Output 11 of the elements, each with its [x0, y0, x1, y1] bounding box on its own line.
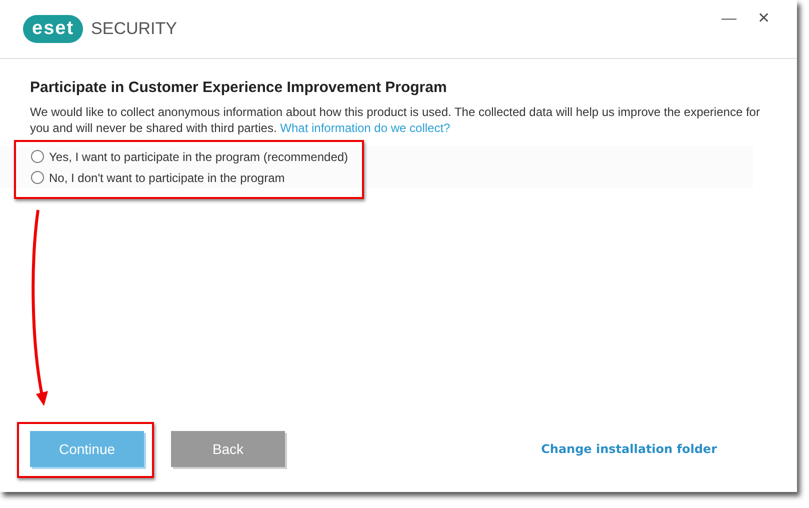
minimize-button[interactable]: — — [714, 6, 744, 30]
radio-icon[interactable] — [31, 150, 44, 163]
page-title: Participate in Customer Experience Improvement Program — [30, 79, 448, 96]
radio-option[interactable]: No, I don't want to participate in the program — [31, 167, 753, 188]
product-name: SECURITY — [91, 19, 177, 39]
close-button[interactable]: ✕ — [749, 6, 779, 30]
change-folder-link[interactable]: Change installation folder — [541, 442, 717, 456]
description: We would like to collect anonymous information about how this product is used. The collected data will help us improve the experience for you and will never be shared with third parties. What information do we collect? — [30, 104, 761, 136]
radio-icon[interactable] — [31, 171, 44, 184]
radio-option[interactable]: Yes, I want to participate in the program (recommended) — [31, 146, 753, 167]
logo: eset — [23, 15, 84, 43]
